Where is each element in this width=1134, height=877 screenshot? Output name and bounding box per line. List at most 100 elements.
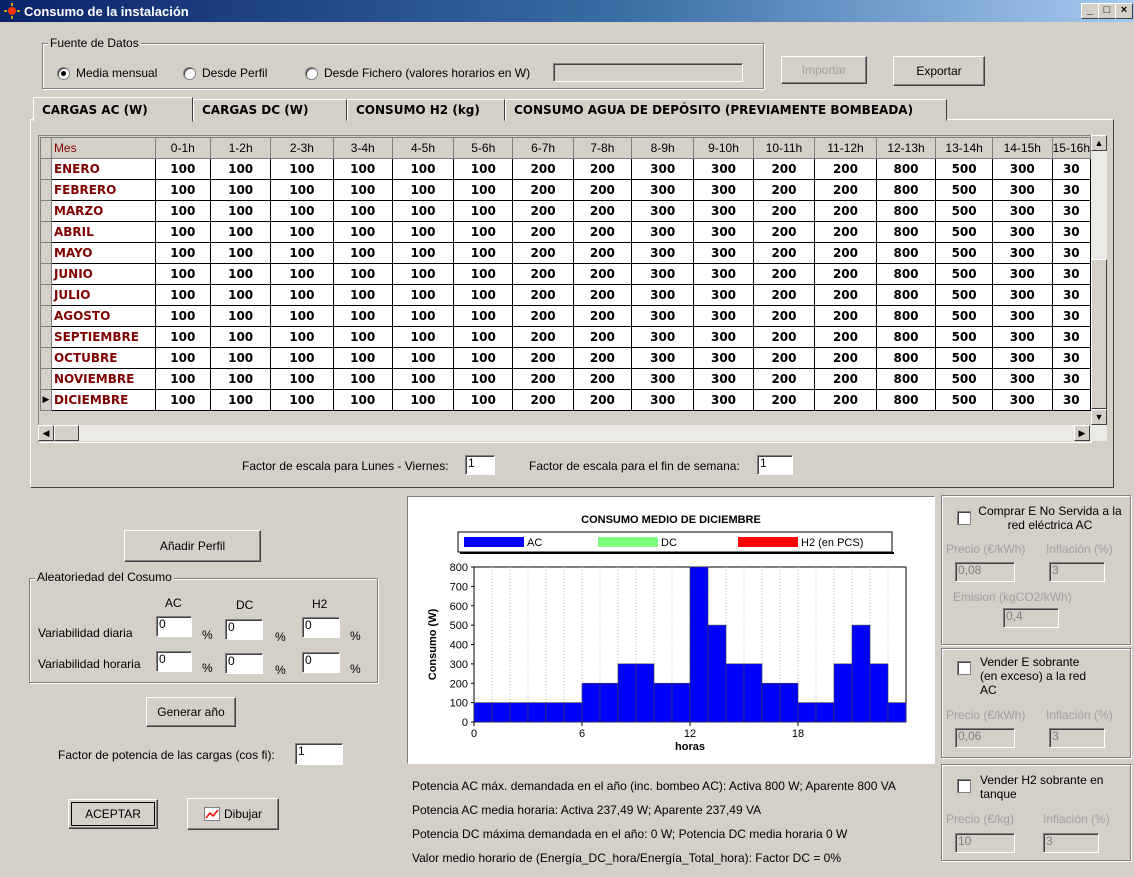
value-cell[interactable]: 200 bbox=[512, 221, 574, 243]
value-cell[interactable]: 100 bbox=[332, 389, 393, 411]
tab-2[interactable]: CONSUMO H2 (kg) bbox=[347, 99, 505, 121]
value-cell[interactable]: 200 bbox=[752, 368, 816, 390]
value-cell[interactable]: 100 bbox=[332, 221, 393, 243]
file-path-field[interactable] bbox=[553, 63, 743, 82]
value-cell[interactable]: 100 bbox=[154, 179, 212, 201]
value-cell[interactable]: 300 bbox=[631, 200, 695, 222]
value-cell[interactable]: 100 bbox=[453, 179, 514, 201]
escala-fs-input[interactable]: 1 bbox=[757, 455, 793, 475]
value-cell[interactable]: 30 bbox=[1051, 389, 1091, 411]
value-cell[interactable]: 300 bbox=[631, 305, 695, 327]
value-cell[interactable]: 200 bbox=[572, 200, 633, 222]
generar-ano-button[interactable]: Generar año bbox=[146, 697, 236, 727]
value-cell[interactable]: 100 bbox=[453, 284, 514, 306]
value-cell[interactable]: 100 bbox=[154, 305, 212, 327]
close-button[interactable]: × bbox=[1115, 3, 1133, 19]
value-cell[interactable]: 100 bbox=[391, 347, 455, 369]
comprar-precio-input[interactable]: 0,08 bbox=[955, 562, 1015, 582]
column-header[interactable]: 14-15h bbox=[991, 137, 1053, 159]
column-header[interactable]: 13-14h bbox=[935, 137, 993, 159]
value-cell[interactable]: 100 bbox=[209, 368, 272, 390]
grid-horizontal-scrollbar[interactable]: ◀ ▶ bbox=[38, 425, 1107, 441]
column-header[interactable]: 2-3h bbox=[270, 137, 334, 159]
value-cell[interactable]: 200 bbox=[572, 158, 633, 180]
value-cell[interactable]: 200 bbox=[572, 305, 633, 327]
value-cell[interactable]: 100 bbox=[453, 368, 514, 390]
table-row[interactable]: MARZO 100 100 100 100 100 100 200 200 300 300 200 20… bbox=[40, 200, 1091, 222]
value-cell[interactable]: 300 bbox=[693, 179, 754, 201]
fuente-radio-0[interactable]: Media mensual bbox=[57, 66, 157, 80]
value-cell[interactable]: 100 bbox=[209, 221, 272, 243]
value-cell[interactable]: 300 bbox=[631, 242, 695, 264]
value-cell[interactable]: 100 bbox=[391, 368, 455, 390]
value-cell[interactable]: 100 bbox=[453, 326, 514, 348]
value-cell[interactable]: 100 bbox=[154, 242, 212, 264]
value-cell[interactable]: 800 bbox=[875, 347, 937, 369]
tab-1[interactable]: CARGAS DC (W) bbox=[193, 99, 347, 121]
value-cell[interactable]: 100 bbox=[270, 284, 334, 306]
value-cell[interactable]: 800 bbox=[875, 179, 937, 201]
table-row[interactable]: ▶ DICIEMBRE 100 100 100 100 100 100 200 200 300 300… bbox=[40, 389, 1091, 411]
column-header[interactable]: 5-6h bbox=[453, 137, 514, 159]
vender-e-inflacion-input[interactable]: 3 bbox=[1049, 728, 1105, 748]
value-cell[interactable]: 200 bbox=[752, 263, 816, 285]
value-cell[interactable]: 300 bbox=[991, 158, 1053, 180]
value-cell[interactable]: 500 bbox=[935, 368, 993, 390]
var-diaria-dc-input[interactable]: 0 bbox=[225, 619, 263, 640]
value-cell[interactable]: 300 bbox=[693, 200, 754, 222]
value-cell[interactable]: 200 bbox=[814, 368, 877, 390]
value-cell[interactable]: 300 bbox=[693, 284, 754, 306]
factor-potencia-input[interactable]: 1 bbox=[295, 743, 343, 765]
value-cell[interactable]: 200 bbox=[572, 326, 633, 348]
month-cell[interactable]: SEPTIEMBRE bbox=[50, 326, 156, 348]
value-cell[interactable]: 100 bbox=[270, 389, 334, 411]
value-cell[interactable]: 100 bbox=[209, 263, 272, 285]
value-cell[interactable]: 30 bbox=[1051, 284, 1091, 306]
value-cell[interactable]: 100 bbox=[391, 242, 455, 264]
value-cell[interactable]: 200 bbox=[512, 284, 574, 306]
value-cell[interactable]: 200 bbox=[512, 242, 574, 264]
value-cell[interactable]: 300 bbox=[693, 347, 754, 369]
value-cell[interactable]: 100 bbox=[332, 179, 393, 201]
column-header[interactable]: 9-10h bbox=[693, 137, 754, 159]
table-row[interactable]: NOVIEMBRE 100 100 100 100 100 100 200 200 300 300 2… bbox=[40, 368, 1091, 390]
table-row[interactable]: OCTUBRE 100 100 100 100 100 100 200 200 300 300 200… bbox=[40, 347, 1091, 369]
value-cell[interactable]: 800 bbox=[875, 263, 937, 285]
vender-h2-precio-input[interactable]: 10 bbox=[955, 833, 1015, 853]
minimize-button[interactable]: _ bbox=[1081, 3, 1099, 19]
value-cell[interactable]: 100 bbox=[154, 347, 212, 369]
table-row[interactable]: FEBRERO 100 100 100 100 100 100 200 200 300 300 200… bbox=[40, 179, 1091, 201]
value-cell[interactable]: 100 bbox=[270, 305, 334, 327]
vender-h2-inflacion-input[interactable]: 3 bbox=[1043, 833, 1099, 853]
value-cell[interactable]: 200 bbox=[814, 242, 877, 264]
month-cell[interactable]: NOVIEMBRE bbox=[50, 368, 156, 390]
value-cell[interactable]: 200 bbox=[572, 221, 633, 243]
value-cell[interactable]: 200 bbox=[512, 200, 574, 222]
value-cell[interactable]: 100 bbox=[391, 158, 455, 180]
value-cell[interactable]: 200 bbox=[814, 263, 877, 285]
scroll-thumb[interactable] bbox=[1091, 259, 1107, 409]
value-cell[interactable]: 100 bbox=[270, 200, 334, 222]
anadir-perfil-button[interactable]: Añadir Perfil bbox=[124, 530, 261, 562]
value-cell[interactable]: 100 bbox=[209, 242, 272, 264]
value-cell[interactable]: 30 bbox=[1051, 200, 1091, 222]
value-cell[interactable]: 200 bbox=[512, 158, 574, 180]
value-cell[interactable]: 500 bbox=[935, 305, 993, 327]
value-cell[interactable]: 30 bbox=[1051, 263, 1091, 285]
table-row[interactable]: JULIO 100 100 100 100 100 100 200 200 300 300 200 20… bbox=[40, 284, 1091, 306]
value-cell[interactable]: 100 bbox=[154, 263, 212, 285]
value-cell[interactable]: 200 bbox=[512, 368, 574, 390]
value-cell[interactable]: 300 bbox=[693, 158, 754, 180]
value-cell[interactable]: 100 bbox=[209, 200, 272, 222]
value-cell[interactable]: 200 bbox=[572, 242, 633, 264]
month-cell[interactable]: MAYO bbox=[50, 242, 156, 264]
month-cell[interactable]: ABRIL bbox=[50, 221, 156, 243]
value-cell[interactable]: 800 bbox=[875, 284, 937, 306]
var-horaria-dc-input[interactable]: 0 bbox=[225, 653, 263, 674]
value-cell[interactable]: 500 bbox=[935, 179, 993, 201]
value-cell[interactable]: 800 bbox=[875, 158, 937, 180]
aceptar-button[interactable]: ACEPTAR bbox=[68, 799, 158, 829]
month-cell[interactable]: FEBRERO bbox=[50, 179, 156, 201]
value-cell[interactable]: 100 bbox=[154, 389, 212, 411]
value-cell[interactable]: 800 bbox=[875, 200, 937, 222]
